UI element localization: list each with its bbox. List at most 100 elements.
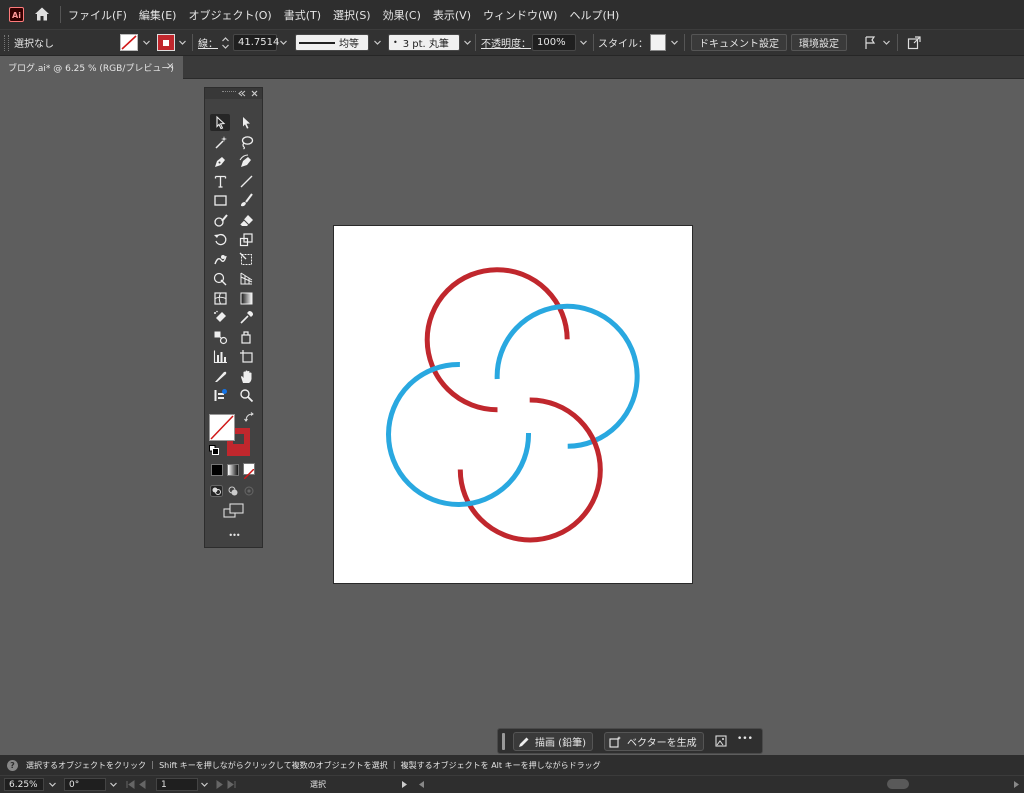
type-tool[interactable] bbox=[210, 173, 230, 190]
rectangle-tool[interactable] bbox=[210, 192, 230, 209]
live-paint-bucket-tool[interactable] bbox=[236, 329, 256, 346]
menu-file[interactable]: ファイル(F) bbox=[68, 7, 127, 23]
fill-swatch[interactable] bbox=[120, 34, 138, 51]
direct-selection-tool[interactable] bbox=[236, 114, 256, 131]
line-segment-tool[interactable] bbox=[236, 173, 256, 190]
task-bar-grip[interactable] bbox=[502, 733, 505, 750]
artboard-number-field[interactable]: 1 bbox=[156, 778, 198, 791]
brush-definition[interactable]: • 3 pt. 丸筆 bbox=[388, 34, 460, 51]
tools-panel-header[interactable] bbox=[205, 88, 262, 99]
warp-tool[interactable] bbox=[210, 251, 230, 268]
color-mode-button[interactable] bbox=[211, 464, 223, 476]
collapse-icon[interactable] bbox=[238, 90, 246, 97]
fill-color-swatch[interactable] bbox=[209, 414, 235, 441]
control-bar-grip[interactable] bbox=[4, 35, 9, 51]
stroke-weight-input[interactable]: 41.7514 bbox=[233, 34, 279, 51]
preferences-button[interactable]: 環境設定 bbox=[791, 34, 847, 51]
opacity-input[interactable]: 100% bbox=[532, 34, 576, 51]
chevron-down-icon[interactable] bbox=[670, 38, 679, 47]
first-previous-artboard-icon[interactable] bbox=[126, 780, 148, 789]
edit-toolbar-tool[interactable] bbox=[210, 387, 230, 404]
next-last-artboard-icon[interactable] bbox=[214, 780, 236, 789]
draw-inside-icon[interactable] bbox=[243, 485, 255, 497]
rotation-field[interactable]: 0° bbox=[64, 778, 106, 791]
document-setup-button[interactable]: ドキュメント設定 bbox=[691, 34, 787, 51]
zoom-tool[interactable] bbox=[236, 387, 256, 404]
magic-wand-tool[interactable] bbox=[210, 134, 230, 151]
hand-tool[interactable] bbox=[236, 368, 256, 385]
chevron-down-icon[interactable] bbox=[200, 780, 209, 789]
menu-type[interactable]: 書式(T) bbox=[284, 7, 321, 23]
zoom-level-field[interactable]: 6.25% bbox=[4, 778, 44, 791]
draw-behind-icon[interactable] bbox=[227, 485, 239, 497]
eyedropper-tool[interactable] bbox=[236, 309, 256, 326]
generate-image-icon[interactable] bbox=[715, 735, 729, 748]
artboard[interactable] bbox=[333, 225, 693, 584]
menu-effect[interactable]: 効果(C) bbox=[383, 7, 421, 23]
more-tools-icon[interactable]: ••• bbox=[224, 531, 244, 540]
chevron-down-icon[interactable] bbox=[373, 38, 382, 47]
chevron-down-icon[interactable] bbox=[48, 780, 57, 789]
red-arc-top[interactable] bbox=[424, 267, 570, 413]
home-icon[interactable] bbox=[34, 6, 50, 22]
eraser-tool[interactable] bbox=[236, 212, 256, 229]
selection-tool[interactable] bbox=[210, 114, 230, 131]
red-arc-bottom[interactable] bbox=[457, 397, 603, 543]
gradient-tool[interactable] bbox=[236, 290, 256, 307]
default-fill-stroke-icon[interactable] bbox=[209, 445, 219, 455]
menu-edit[interactable]: 編集(E) bbox=[139, 7, 177, 23]
chevron-down-icon[interactable] bbox=[463, 38, 472, 47]
shaper-tool[interactable] bbox=[210, 212, 230, 229]
none-mode-button[interactable] bbox=[243, 463, 255, 480]
blend-tool[interactable] bbox=[210, 329, 230, 346]
chevron-down-icon[interactable] bbox=[579, 38, 588, 47]
opacity-label[interactable]: 不透明度： bbox=[481, 34, 531, 51]
paintbrush-tool[interactable] bbox=[236, 192, 256, 209]
rotate-tool[interactable] bbox=[210, 231, 230, 248]
horizontal-scrollbar-thumb[interactable] bbox=[887, 779, 909, 789]
generate-vector-button[interactable]: ベクターを生成 bbox=[604, 732, 704, 751]
lasso-tool[interactable] bbox=[236, 134, 256, 151]
status-menu-arrow-icon[interactable] bbox=[401, 780, 408, 789]
stepper-icon[interactable] bbox=[221, 36, 230, 50]
draw-pencil-button[interactable]: 描画 (鉛筆) bbox=[513, 732, 593, 751]
menu-select[interactable]: 選択(S) bbox=[333, 7, 371, 23]
chevron-down-icon[interactable] bbox=[142, 38, 151, 47]
menu-help[interactable]: ヘルプ(H) bbox=[569, 7, 619, 23]
chevron-down-icon[interactable] bbox=[882, 38, 891, 47]
curvature-tool[interactable] bbox=[236, 153, 256, 170]
more-options-icon[interactable]: ••• bbox=[737, 734, 753, 744]
column-graph-tool[interactable] bbox=[210, 348, 230, 365]
chevron-down-icon[interactable] bbox=[279, 38, 288, 47]
screen-mode-icon[interactable] bbox=[223, 503, 244, 518]
help-icon[interactable]: ? bbox=[7, 759, 18, 771]
menu-object[interactable]: オブジェクト(O) bbox=[188, 7, 271, 23]
artboard-tool[interactable] bbox=[236, 348, 256, 365]
swap-fill-stroke-icon[interactable] bbox=[244, 412, 255, 423]
close-icon[interactable] bbox=[251, 90, 258, 97]
current-tool-status[interactable]: 選択 bbox=[310, 779, 326, 790]
menu-window[interactable]: ウィンドウ(W) bbox=[483, 7, 557, 23]
symbol-sprayer-tool[interactable] bbox=[210, 309, 230, 326]
menu-view[interactable]: 表示(V) bbox=[433, 7, 471, 23]
shape-builder-tool[interactable] bbox=[210, 270, 230, 287]
chevron-down-icon[interactable] bbox=[178, 38, 187, 47]
arrange-documents-icon[interactable] bbox=[863, 35, 879, 51]
blue-arc-left[interactable] bbox=[386, 361, 532, 507]
scroll-right-icon[interactable] bbox=[1013, 780, 1020, 789]
share-icon[interactable] bbox=[907, 35, 922, 50]
gradient-mode-button[interactable] bbox=[227, 464, 239, 476]
free-transform-tool[interactable] bbox=[236, 251, 256, 268]
variable-width-profile[interactable]: 均等 bbox=[295, 34, 369, 51]
mesh-tool[interactable] bbox=[210, 290, 230, 307]
pen-tool[interactable] bbox=[210, 153, 230, 170]
close-tab-icon[interactable]: × bbox=[166, 61, 174, 72]
scroll-left-icon[interactable] bbox=[418, 780, 425, 789]
graphic-style-swatch[interactable] bbox=[650, 34, 666, 51]
stroke-label[interactable]: 線： bbox=[198, 34, 218, 51]
draw-normal-icon[interactable] bbox=[210, 485, 223, 497]
perspective-grid-tool[interactable] bbox=[236, 270, 256, 287]
slice-tool[interactable] bbox=[210, 368, 230, 385]
document-tab[interactable]: ブログ.ai* @ 6.25 % (RGB/プレビュー) bbox=[0, 56, 183, 79]
stroke-swatch[interactable] bbox=[157, 34, 175, 51]
